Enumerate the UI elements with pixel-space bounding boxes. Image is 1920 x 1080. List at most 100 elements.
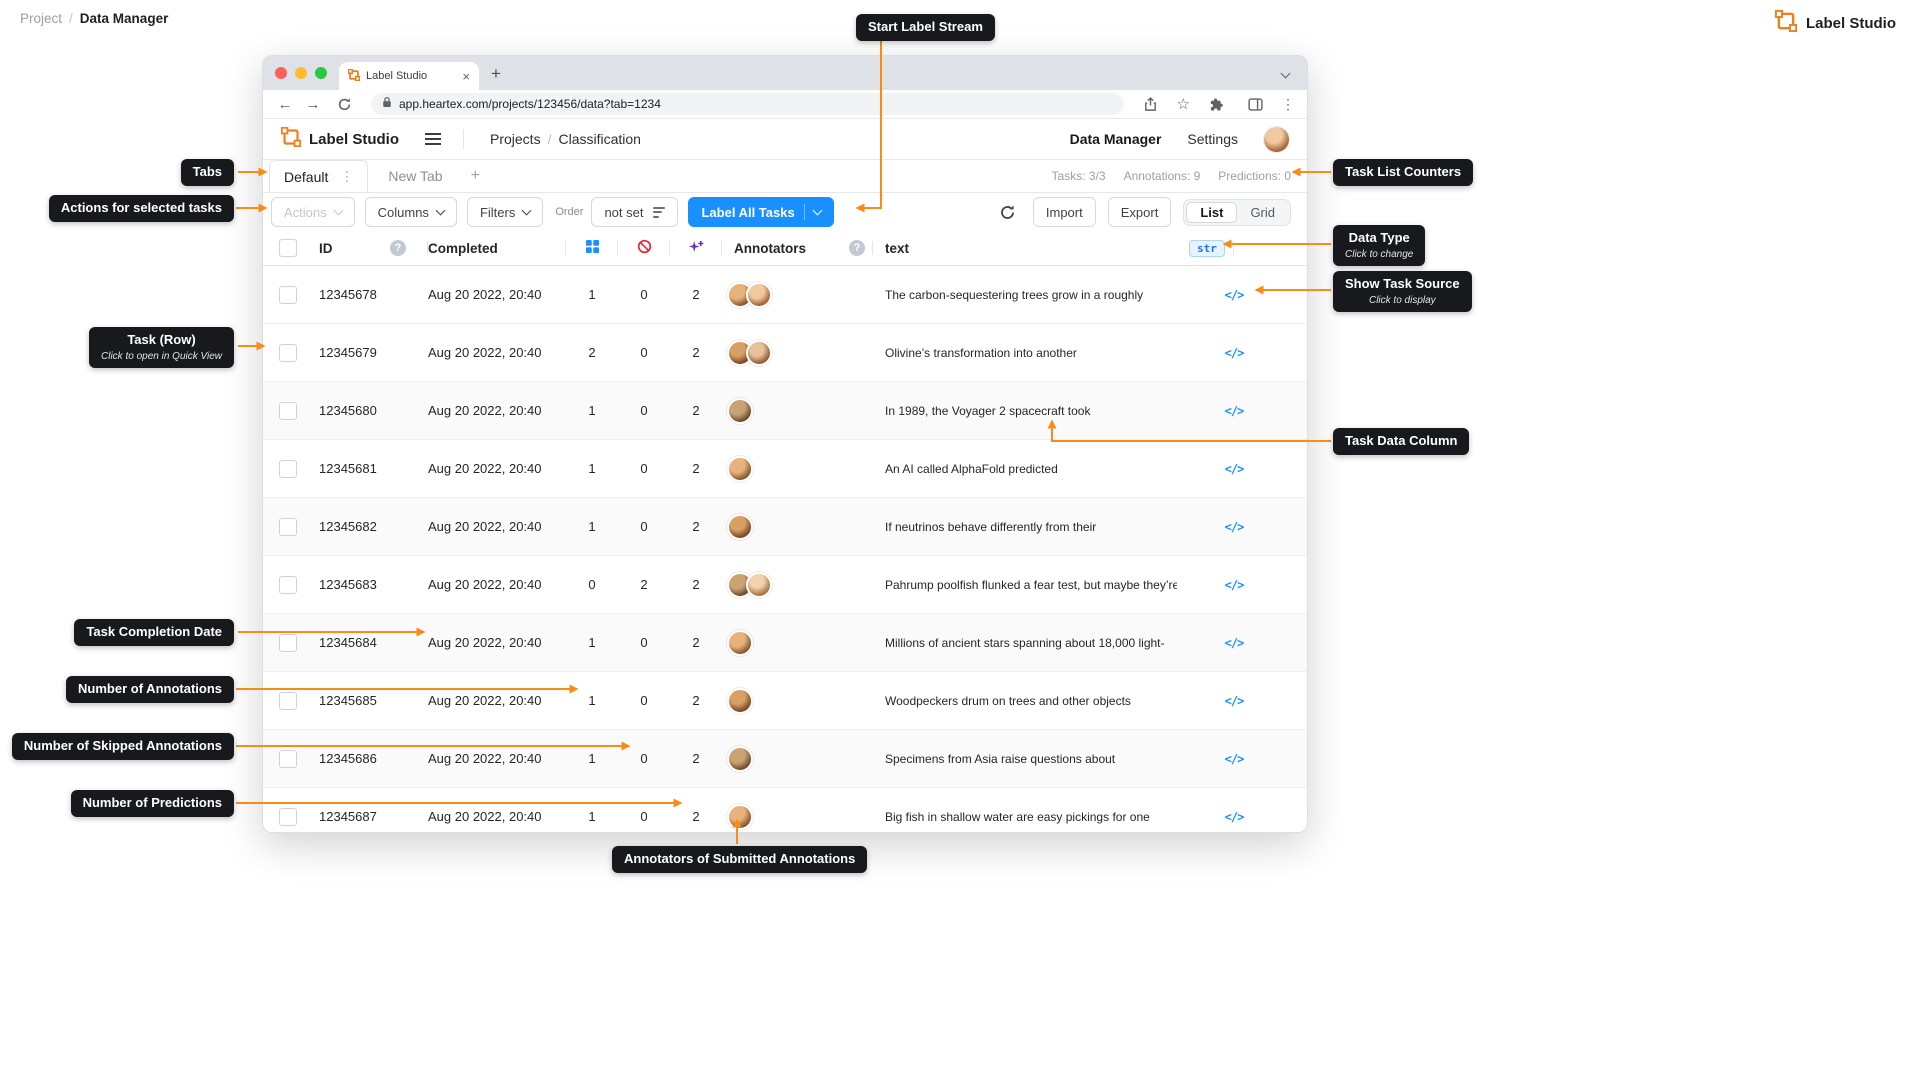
browser-tab[interactable]: Label Studio × (339, 62, 479, 90)
table-row[interactable]: 12345681 Aug 20 2022, 20:40 1 0 2 An AI … (263, 440, 1307, 498)
annotations-count: 1 (588, 635, 596, 650)
table-row[interactable]: 12345687 Aug 20 2022, 20:40 1 0 2 Big fi… (263, 788, 1307, 832)
annotator-avatar[interactable] (727, 803, 753, 830)
app-brand[interactable]: Label Studio (280, 126, 399, 151)
column-completed[interactable]: Completed (428, 241, 498, 256)
forward-icon[interactable]: → (303, 97, 323, 112)
task-source-icon[interactable]: </> (1225, 810, 1245, 824)
row-checkbox[interactable] (279, 633, 297, 652)
back-icon[interactable]: ← (275, 97, 295, 112)
row-checkbox[interactable] (279, 691, 297, 710)
nav-data-manager[interactable]: Data Manager (1070, 131, 1162, 147)
annotators-help-icon[interactable]: ? (849, 240, 865, 256)
annotator-avatar[interactable] (746, 339, 772, 366)
side-panel-icon[interactable] (1242, 91, 1268, 117)
extensions-puzzle-icon[interactable] (1203, 91, 1229, 117)
close-window-button[interactable] (275, 67, 287, 79)
bookmark-star-icon[interactable]: ☆ (1177, 97, 1190, 112)
task-text: Specimens from Asia raise questions abou… (885, 751, 1116, 766)
nav-settings[interactable]: Settings (1187, 131, 1238, 147)
task-completed-date: Aug 20 2022, 20:40 (428, 751, 542, 766)
task-source-icon[interactable]: </> (1225, 404, 1245, 418)
task-source-icon[interactable]: </> (1225, 288, 1245, 302)
table-row[interactable]: 12345678 Aug 20 2022, 20:40 1 0 2 The ca… (263, 266, 1307, 324)
add-tab-button[interactable]: + (463, 167, 488, 185)
label-all-tasks-button[interactable]: Label All Tasks (688, 197, 834, 227)
filters-dropdown[interactable]: Filters (466, 197, 544, 227)
share-icon[interactable] (1138, 91, 1164, 117)
table-row[interactable]: 12345682 Aug 20 2022, 20:40 1 0 2 If neu… (263, 498, 1307, 556)
annotator-avatars (727, 803, 753, 830)
refresh-icon[interactable] (995, 199, 1021, 225)
close-tab-icon[interactable]: × (462, 70, 470, 83)
annotator-avatar[interactable] (727, 513, 753, 540)
select-all-checkbox[interactable] (279, 239, 297, 257)
browser-menu-kebab-icon[interactable]: ⋮ (1281, 97, 1295, 111)
table-row[interactable]: 12345683 Aug 20 2022, 20:40 0 2 2 Pahrum… (263, 556, 1307, 614)
column-skipped-count[interactable] (618, 231, 670, 265)
id-help-icon[interactable]: ? (390, 240, 406, 256)
label-studio-logo-icon (280, 126, 302, 151)
tab-default[interactable]: Default ⋮ (269, 160, 369, 192)
row-checkbox[interactable] (279, 575, 297, 594)
new-browser-tab-button[interactable]: + (491, 65, 501, 82)
data-type-badge[interactable]: str (1189, 239, 1225, 257)
hamburger-menu-icon[interactable] (425, 138, 441, 140)
user-avatar[interactable] (1264, 126, 1289, 152)
tab-search-chevron-icon[interactable] (1280, 64, 1291, 82)
actions-dropdown[interactable]: Actions (271, 197, 355, 227)
annotator-avatar[interactable] (727, 629, 753, 656)
annotator-avatar[interactable] (727, 397, 753, 424)
annotator-avatar[interactable] (727, 687, 753, 714)
minimize-window-button[interactable] (295, 67, 307, 79)
row-checkbox[interactable] (279, 285, 297, 304)
annotator-avatar[interactable] (746, 281, 772, 308)
task-text: If neutrinos behave differently from the… (885, 519, 1097, 534)
export-button[interactable]: Export (1107, 197, 1172, 227)
tab-new-tab[interactable]: New Tab (368, 168, 462, 184)
task-source-icon[interactable]: </> (1225, 346, 1245, 360)
url-input[interactable]: app.heartex.com/projects/123456/data?tab… (371, 93, 1124, 115)
row-checkbox[interactable] (279, 401, 297, 420)
annotator-avatars (727, 629, 753, 656)
row-checkbox[interactable] (279, 459, 297, 478)
row-checkbox[interactable] (279, 807, 297, 826)
callout-number-of-predictions: Number of Predictions (70, 790, 234, 817)
task-completed-date: Aug 20 2022, 20:40 (428, 519, 542, 534)
column-predictions-count[interactable] (670, 231, 722, 265)
view-grid-button[interactable]: Grid (1237, 203, 1288, 222)
callout-task-list-counters: Task List Counters (1333, 159, 1474, 186)
table-row[interactable]: 12345684 Aug 20 2022, 20:40 1 0 2 Millio… (263, 614, 1307, 672)
column-text[interactable]: text (885, 241, 909, 256)
annotator-avatar[interactable] (727, 745, 753, 772)
column-annotations-count[interactable] (566, 231, 618, 265)
columns-dropdown[interactable]: Columns (364, 197, 457, 227)
window-controls (275, 67, 327, 79)
table-row[interactable]: 12345685 Aug 20 2022, 20:40 1 0 2 Woodpe… (263, 672, 1307, 730)
annotator-avatar[interactable] (727, 455, 753, 482)
task-source-icon[interactable]: </> (1225, 694, 1245, 708)
column-annotators[interactable]: Annotators (734, 241, 806, 256)
breadcrumb-project[interactable]: Project (20, 11, 62, 26)
tab-options-kebab-icon[interactable]: ⋮ (340, 169, 353, 185)
order-dropdown[interactable]: not set (591, 197, 679, 227)
row-checkbox[interactable] (279, 343, 297, 362)
annotator-avatar[interactable] (746, 571, 772, 598)
row-checkbox[interactable] (279, 517, 297, 536)
task-source-icon[interactable]: </> (1225, 462, 1245, 476)
view-list-button[interactable]: List (1186, 201, 1238, 223)
callout-start-label-stream: Start Label Stream (856, 14, 995, 41)
zoom-window-button[interactable] (315, 67, 327, 79)
table-row[interactable]: 12345679 Aug 20 2022, 20:40 2 0 2 Olivin… (263, 324, 1307, 382)
task-source-icon[interactable]: </> (1225, 636, 1245, 650)
task-source-icon[interactable]: </> (1225, 752, 1245, 766)
reload-icon[interactable] (331, 91, 357, 117)
app-breadcrumb-projects[interactable]: Projects (490, 131, 541, 147)
table-row[interactable]: 12345680 Aug 20 2022, 20:40 1 0 2 In 198… (263, 382, 1307, 440)
task-source-icon[interactable]: </> (1225, 578, 1245, 592)
import-button[interactable]: Import (1032, 197, 1096, 227)
column-id[interactable]: ID (319, 241, 333, 256)
task-source-icon[interactable]: </> (1225, 520, 1245, 534)
row-checkbox[interactable] (279, 749, 297, 768)
table-row[interactable]: 12345686 Aug 20 2022, 20:40 1 0 2 Specim… (263, 730, 1307, 788)
